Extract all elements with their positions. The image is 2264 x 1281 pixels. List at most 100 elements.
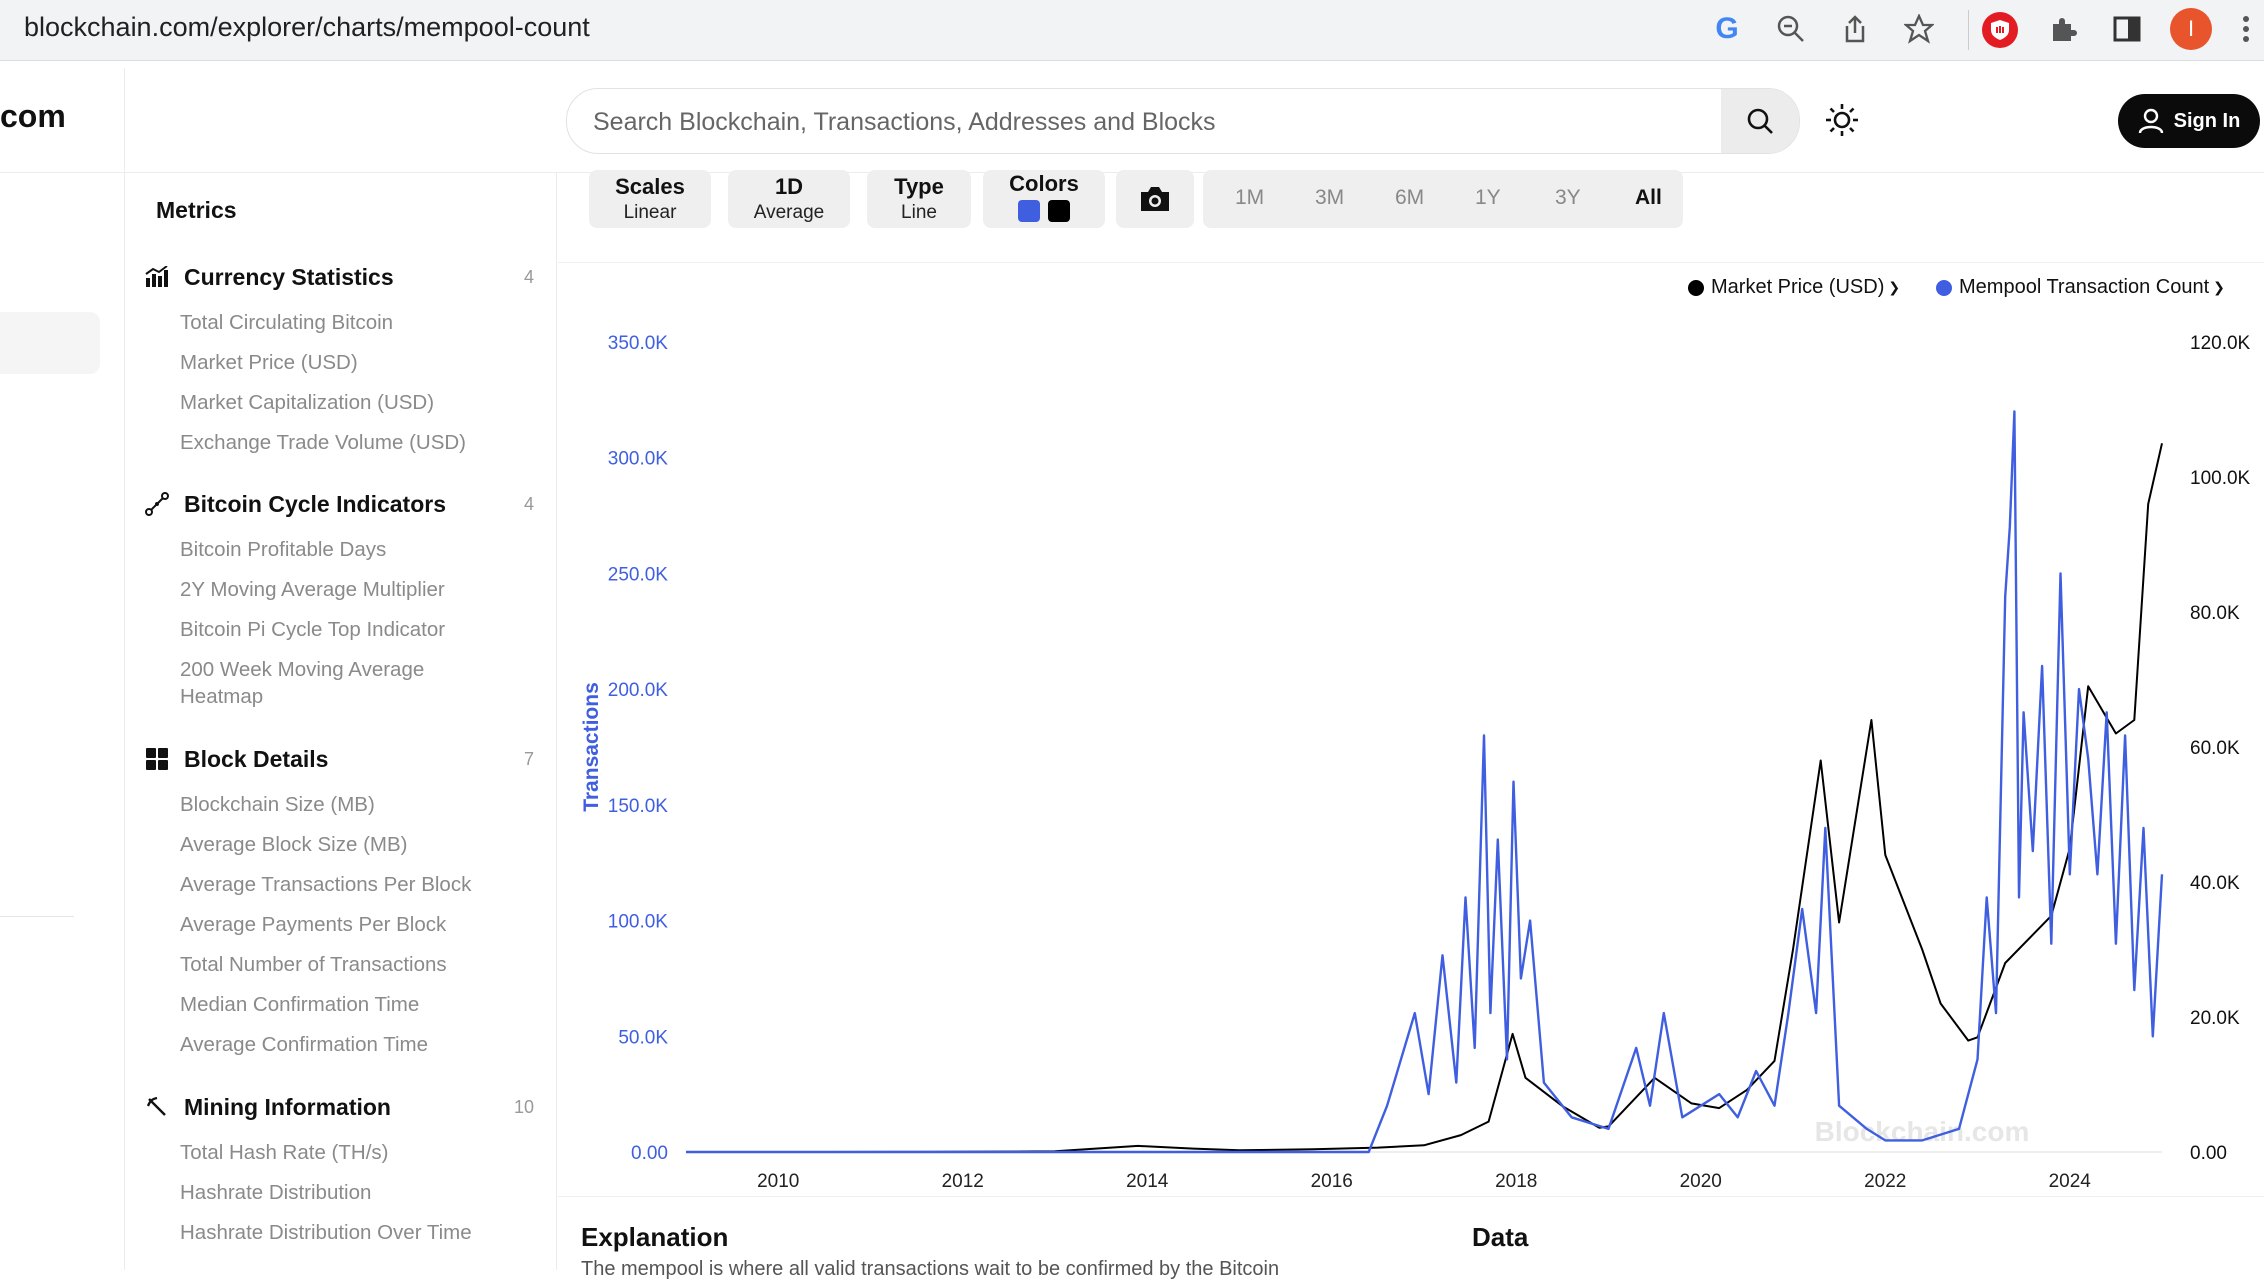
scales-button[interactable]: Scales Linear [589,170,711,228]
bookmark-star-icon[interactable] [1900,10,1938,48]
y-right-tick-label: 40.0K [2190,873,2240,894]
y-right-tick-label: 0.00 [2190,1143,2227,1164]
share-icon[interactable] [1836,10,1874,48]
sidebar-item-median-confirmation-time[interactable]: Median Confirmation Time [180,991,500,1018]
mempool-chart[interactable]: 0.00 50.0K 100.0K 150.0K 200.0K 250.0K 300.0K 3… [558,262,2264,1196]
y-left-axis-label: Transactions [580,682,603,812]
section-title: Mining Information [184,1093,391,1120]
ublock-extension-icon[interactable] [1982,12,2018,48]
range-1m[interactable]: 1M [1235,186,1264,210]
metrics-title: Metrics [156,197,237,223]
grid-icon [144,746,170,772]
y-left-tick-label: 0.00 [631,1143,668,1164]
interval-button[interactable]: 1D Average [728,170,850,228]
x-tick-label: 2020 [1680,1171,1722,1192]
sidebar-item-market-capitalization[interactable]: Market Capitalization (USD) [180,389,500,416]
sidebar-item-blockchain-size[interactable]: Blockchain Size (MB) [180,791,500,818]
section-block-details: Block Details 7 Blockchain Size (MB) Ave… [144,741,544,1071]
sidebar-item-total-circulating-bitcoin[interactable]: Total Circulating Bitcoin [180,309,500,336]
y-right-tick-label: 100.0K [2190,468,2251,489]
section-currency-statistics: Currency Statistics 4 Total Circulating … [144,259,544,469]
sign-in-label: Sign In [2173,109,2241,132]
x-tick-label: 2016 [1311,1171,1353,1192]
x-tick-label: 2024 [2049,1171,2092,1192]
search-icon [1747,108,1773,134]
pickaxe-icon [144,1094,170,1120]
range-6m[interactable]: 6M [1395,186,1424,210]
section-count: 4 [523,266,534,287]
sidebar-item-pi-cycle-top-indicator[interactable]: Bitcoin Pi Cycle Top Indicator [180,616,500,643]
browser-menu-icon[interactable] [2236,10,2256,48]
interval-label: 1D [774,174,804,199]
colors-label: Colors [1009,171,1079,196]
side-panel-icon[interactable] [2108,10,2146,48]
section-count: 4 [523,493,534,514]
theme-toggle-button[interactable] [1822,100,1862,140]
sidebar-item-hashrate-distribution[interactable]: Hashrate Distribution [180,1179,500,1206]
range-1y[interactable]: 1Y [1475,186,1501,210]
user-icon [2138,108,2163,134]
y-left-tick-label: 50.0K [618,1027,668,1048]
range-all[interactable]: All [1635,186,1662,210]
data-title: Data [1472,1222,1529,1252]
interval-value: Average [753,202,825,223]
sidebar-item-average-confirmation-time[interactable]: Average Confirmation Time [180,1031,500,1058]
zoom-out-icon[interactable] [1772,10,1810,48]
x-tick-label: 2018 [1495,1171,1537,1192]
site-logo[interactable]: com [0,98,66,135]
y-right-tick-label: 20.0K [2190,1008,2240,1029]
type-label: Type [894,174,944,199]
section-header[interactable]: Mining Information 10 [144,1089,544,1125]
left-rail-selected-item[interactable] [0,312,100,374]
cycle-icon [144,491,170,517]
color-swatch-blue[interactable] [1018,200,1040,222]
x-tick-label: 2022 [1864,1171,1906,1192]
scales-label: Scales [615,174,685,199]
market-price-line [686,443,2163,1153]
address-bar[interactable]: blockchain.com/explorer/charts/mempool-c… [24,12,590,43]
google-icon[interactable]: G [1708,10,1746,48]
sidebar-item-total-hash-rate[interactable]: Total Hash Rate (TH/s) [180,1139,500,1166]
section-header[interactable]: Bitcoin Cycle Indicators 4 [144,486,544,522]
sidebar-item-2y-moving-average-multiplier[interactable]: 2Y Moving Average Multiplier [180,576,500,603]
color-swatch-black[interactable] [1048,200,1070,222]
y-left-tick-label: 150.0K [608,796,669,817]
type-value: Line [901,202,937,223]
section-header[interactable]: Block Details 7 [144,741,544,777]
sidebar-item-average-block-size[interactable]: Average Block Size (MB) [180,831,500,858]
chart-watermark: Blockchain.com [1815,1116,2030,1147]
sidebar-item-average-payments-per-block[interactable]: Average Payments Per Block [180,911,500,938]
site-header: com Sign In [0,68,2264,173]
type-button[interactable]: Type Line [867,170,971,228]
range-3m[interactable]: 3M [1315,186,1344,210]
profile-avatar[interactable]: I [2170,8,2212,50]
toolbar-separator [1968,10,1969,50]
sidebar-item-bitcoin-profitable-days[interactable]: Bitcoin Profitable Days [180,536,500,563]
sign-in-button[interactable]: Sign In [2118,94,2260,148]
section-title: Currency Statistics [184,263,394,290]
search-button[interactable] [1721,89,1799,153]
sidebar-item-hashrate-distribution-over-time[interactable]: Hashrate Distribution Over Time [180,1219,500,1246]
sidebar-item-market-price[interactable]: Market Price (USD) [180,349,500,376]
section-header[interactable]: Currency Statistics 4 [144,259,544,295]
range-3y[interactable]: 3Y [1555,186,1581,210]
colors-button[interactable]: Colors [983,170,1105,228]
sidebar-item-total-number-of-transactions[interactable]: Total Number of Transactions [180,951,500,978]
x-tick-label: 2010 [757,1171,799,1192]
chart-bottom-border [558,1196,2264,1197]
y-right-tick-label: 80.0K [2190,603,2240,624]
sidebar-item-exchange-trade-volume[interactable]: Exchange Trade Volume (USD) [180,429,500,456]
sun-icon [1826,104,1858,136]
time-range-selector: 1M 3M 6M 1Y 3Y All [1203,170,1683,228]
y-left-tick-label: 300.0K [608,449,669,470]
sidebar-item-average-transactions-per-block[interactable]: Average Transactions Per Block [180,871,500,898]
extensions-puzzle-icon[interactable] [2044,10,2082,48]
sidebar-item-200-week-moving-average-heatmap[interactable]: 200 Week Moving Average Heatmap [180,656,500,710]
scales-value: Linear [623,202,677,223]
y-right-tick-label: 120.0K [2190,333,2251,354]
section-count: 10 [513,1096,534,1117]
screenshot-button[interactable] [1116,170,1194,228]
search-input[interactable] [591,89,1695,153]
x-tick-label: 2014 [1126,1171,1169,1192]
metrics-sidebar: Metrics Currency Statistics 4 Total Circ… [124,173,557,1270]
